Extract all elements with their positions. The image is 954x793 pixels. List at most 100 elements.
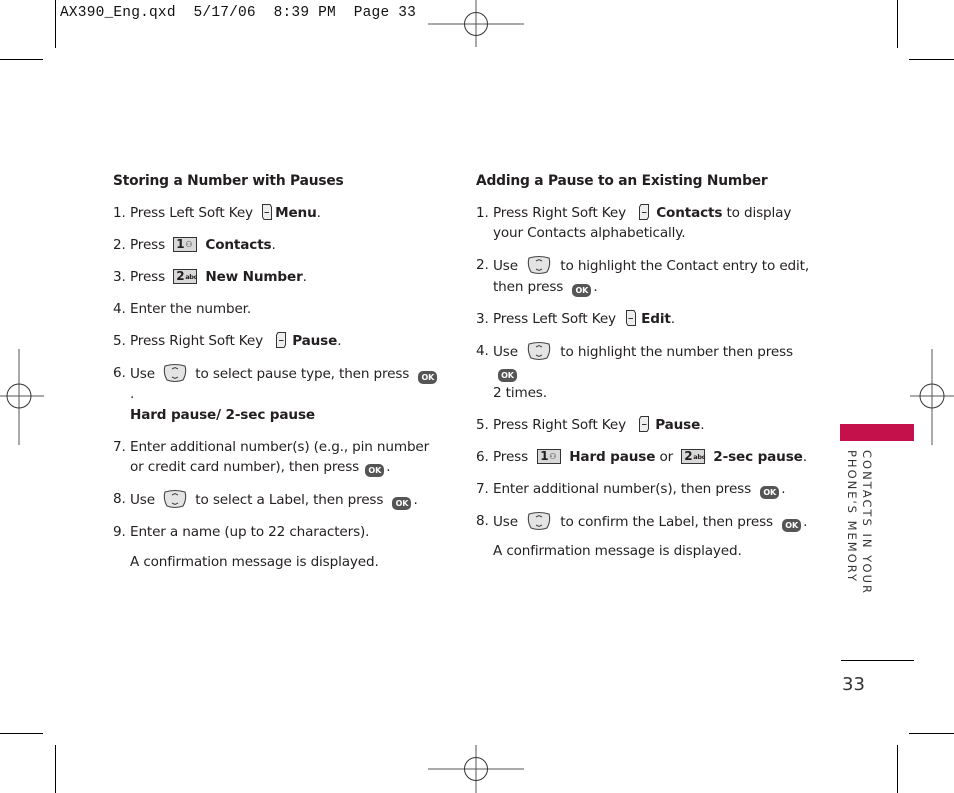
new-number-label: New Number	[205, 268, 303, 285]
hard-pause-label: Hard pause	[569, 448, 656, 465]
punctuation: .	[781, 480, 786, 497]
step-number: 1.	[476, 204, 489, 221]
menu-label: Menu	[275, 204, 317, 221]
step-text: to confirm the Label, then press	[560, 513, 773, 530]
registration-mark-top	[428, 0, 524, 47]
step-number: 8.	[113, 491, 126, 507]
step-text: or	[659, 448, 674, 465]
punctuation: .	[271, 236, 276, 253]
step-item: 4. Use to highlight the number then pres…	[476, 341, 816, 404]
crop-mark	[909, 59, 954, 60]
step-text: 2 times.	[493, 384, 547, 401]
crop-mark	[897, 0, 898, 48]
step-item: 7. Enter additional number(s) (e.g., pin…	[113, 437, 443, 478]
punctuation: .	[670, 310, 675, 327]
crop-mark	[897, 745, 898, 793]
crop-mark	[0, 59, 43, 60]
crop-mark	[55, 0, 56, 48]
step-item: 3. Press 2 abc New Number.	[113, 267, 443, 288]
section-title-line2: PHONE'S MEMORY	[845, 450, 859, 584]
confirmation-note: A confirmation message is displayed.	[113, 552, 443, 573]
step-item: 2. Press 1 ⚇ Contacts.	[113, 235, 443, 256]
punctuation: .	[316, 204, 321, 221]
pause-options: Hard pause/ 2-sec pause	[130, 406, 315, 423]
section-heading: Storing a Number with Pauses	[113, 173, 344, 189]
registration-mark-right	[910, 349, 954, 445]
crop-mark	[909, 733, 954, 734]
step-text: to select pause type, then press	[195, 365, 410, 382]
step-text: Press	[493, 448, 529, 465]
step-number: 8.	[476, 512, 489, 529]
step-number: 4.	[113, 300, 126, 317]
punctuation: .	[130, 386, 135, 402]
step-item: 3. Press Left Soft Key Edit.	[476, 309, 816, 330]
step-number: 7.	[113, 438, 126, 455]
navigation-key-icon	[526, 511, 552, 531]
step-text: Press	[130, 268, 166, 285]
key-digit: 2	[176, 268, 185, 283]
step-item: 2. Use to highlight the Contact entry to…	[476, 255, 816, 297]
punctuation: .	[337, 332, 342, 349]
left-soft-key-icon	[625, 309, 637, 327]
registration-mark-left	[0, 349, 44, 445]
step-text: Use	[493, 343, 518, 360]
step-text: A confirmation message is displayed.	[130, 553, 379, 570]
step-text: Use	[130, 365, 155, 382]
step-text: to highlight the number then press	[560, 343, 793, 360]
step-item: 6. Use to select pause type, then press …	[113, 363, 443, 426]
step-text: Enter a name (up to 22 characters).	[130, 524, 370, 540]
edit-label: Edit	[641, 310, 671, 327]
step-item: 9. Enter a name (up to 22 characters).	[113, 522, 443, 543]
step-item: 1. Press Right Soft Key Contacts to disp…	[476, 203, 816, 244]
step-item: 8. Use to select a Label, then press OK.	[113, 489, 443, 511]
right-section: Adding a Pause to an Existing Number 1. …	[476, 171, 816, 573]
step-text: Press Right Soft Key	[493, 416, 627, 433]
navigation-key-icon	[526, 341, 552, 361]
ok-key-icon: OK	[418, 370, 438, 384]
key-1-icon: 1 ⚇	[173, 236, 198, 252]
right-soft-key-icon	[638, 203, 650, 221]
left-section: Storing a Number with Pauses 1. Press Le…	[113, 171, 443, 584]
contacts-label: Contacts	[205, 236, 272, 253]
step-number: 2.	[113, 236, 126, 253]
step-text: Enter additional number(s) (e.g., pin nu…	[130, 438, 430, 476]
section-title-vertical: CONTACTS IN YOUR PHONE'S MEMORY	[842, 450, 878, 600]
step-number: 6.	[113, 364, 126, 381]
step-number: 1.	[113, 204, 126, 221]
left-soft-key-icon	[261, 203, 273, 221]
step-number: 3.	[476, 310, 489, 327]
section-heading: Adding a Pause to an Existing Number	[476, 173, 768, 189]
crop-mark	[0, 733, 43, 734]
punctuation: .	[803, 513, 808, 530]
print-slug: AX390_Eng.qxd 5/17/06 8:39 PM Page 33	[60, 5, 417, 21]
step-number: 2.	[476, 257, 489, 273]
right-soft-key-icon	[275, 331, 287, 349]
ok-key-icon: OK	[392, 497, 412, 510]
key-sub: abc	[693, 452, 706, 461]
key-2-icon: 2 abc	[681, 448, 706, 464]
step-number: 5.	[113, 332, 126, 349]
key-sub: abc	[185, 272, 198, 281]
step-number: 4.	[476, 342, 489, 359]
punctuation: .	[386, 459, 391, 475]
ok-key-icon: OK	[572, 283, 592, 297]
step-text: Use	[493, 513, 518, 530]
ok-key-icon: OK	[498, 369, 517, 382]
right-soft-key-icon	[638, 415, 650, 433]
section-title-line1: CONTACTS IN YOUR	[860, 450, 874, 595]
step-text: Press Left Soft Key	[130, 204, 253, 221]
step-text: Press Right Soft Key	[493, 204, 627, 221]
step-text: Enter the number.	[130, 300, 252, 317]
two-sec-pause-label: 2-sec pause	[713, 448, 803, 465]
step-item: 8. Use to confirm the Label, then press …	[476, 511, 816, 533]
punctuation: .	[802, 448, 807, 465]
page-number-rule	[841, 660, 914, 661]
navigation-key-icon	[162, 363, 188, 383]
step-text: Use	[130, 492, 155, 508]
step-item: 5. Press Right Soft Key Pause.	[476, 415, 816, 436]
section-tab-accent	[840, 424, 914, 441]
key-sub: ⚇	[185, 239, 193, 249]
step-number: 3.	[113, 268, 126, 285]
key-1-icon: 1 ⚇	[537, 448, 562, 464]
step-number: 9.	[113, 524, 126, 540]
